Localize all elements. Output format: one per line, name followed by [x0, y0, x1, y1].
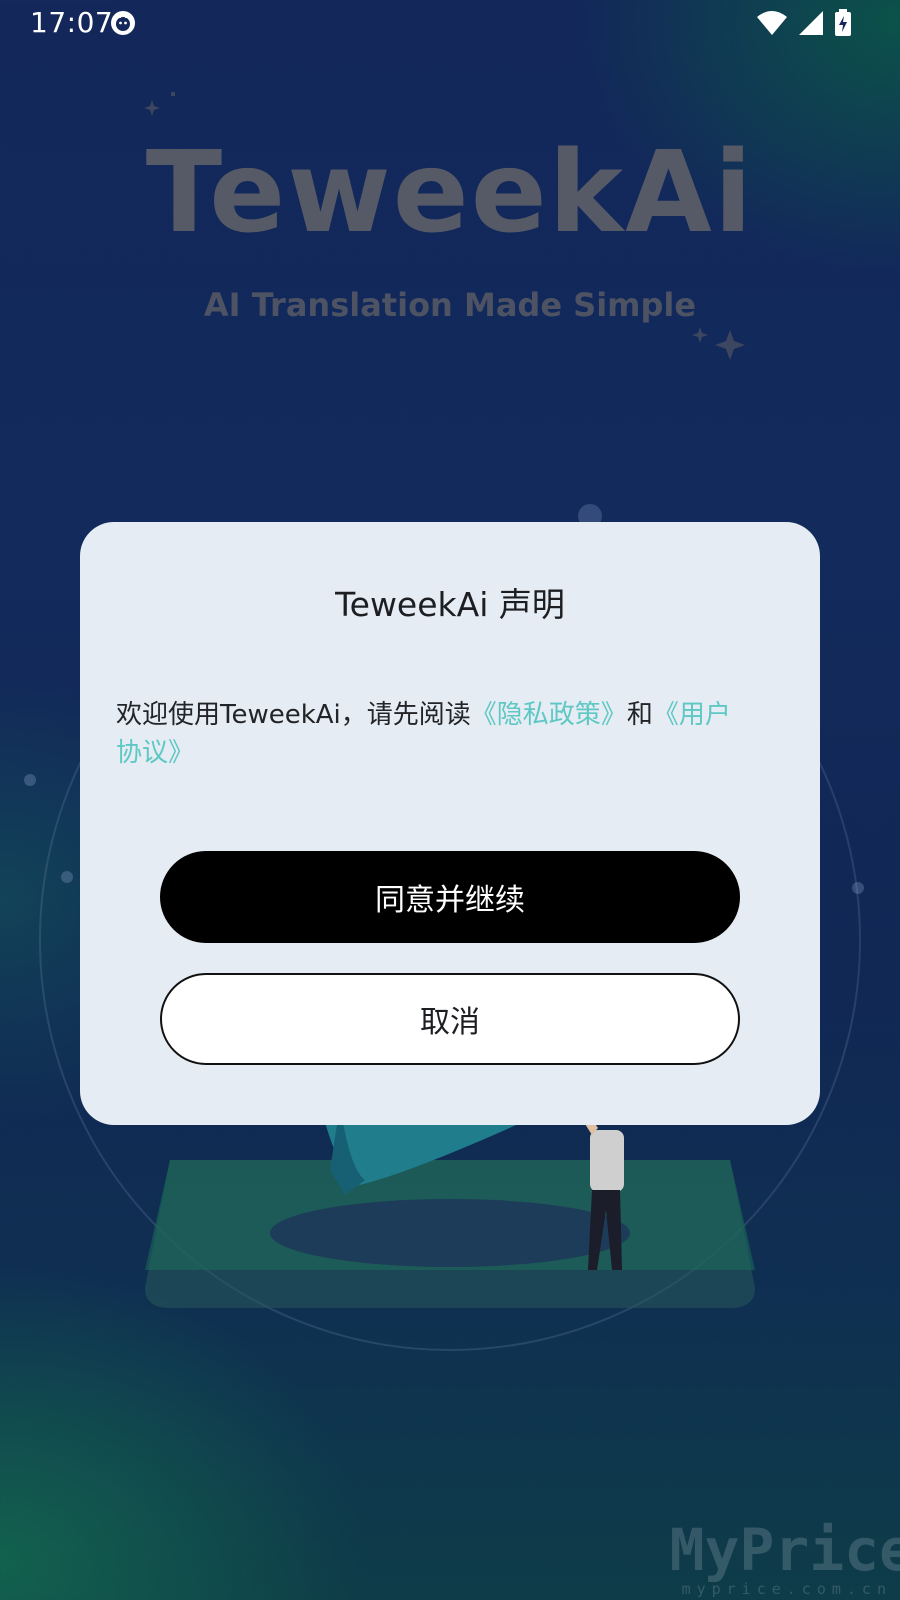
- sparkle-icon: [144, 92, 175, 116]
- agree-continue-button[interactable]: 同意并继续: [160, 851, 740, 943]
- message-and-text: 和: [626, 700, 653, 730]
- consent-dialog: TeweekAi 声明 欢迎使用TeweekAi，请先阅读《隐私政策》和《用户协…: [80, 522, 820, 1125]
- dialog-message: 欢迎使用TeweekAi，请先阅读《隐私政策》和《用户协议》: [116, 696, 756, 772]
- brand-title: TeweekAi: [145, 128, 755, 258]
- cancel-button[interactable]: 取消: [160, 973, 740, 1065]
- app-notification-icon: [111, 11, 135, 35]
- message-text: 欢迎使用TeweekAi，请先阅读: [116, 700, 471, 730]
- status-time: 17:07: [30, 6, 114, 39]
- brand-subtitle: AI Translation Made Simple: [203, 286, 697, 324]
- dialog-title: TeweekAi 声明: [335, 585, 565, 624]
- battery-charging-icon: [835, 9, 851, 36]
- sparkle-icon: [692, 327, 745, 360]
- wifi-icon: [757, 11, 787, 35]
- watermark-logo: MyPrice: [669, 1516, 900, 1584]
- watermark: MyPrice myprice.com.cn: [670, 1520, 900, 1598]
- status-bar: 17:07: [0, 0, 900, 46]
- signal-icon: [799, 11, 823, 35]
- watermark-url: myprice.com.cn: [681, 1580, 892, 1598]
- privacy-policy-link[interactable]: 《隐私政策》: [471, 700, 627, 730]
- status-icons: [756, 8, 852, 38]
